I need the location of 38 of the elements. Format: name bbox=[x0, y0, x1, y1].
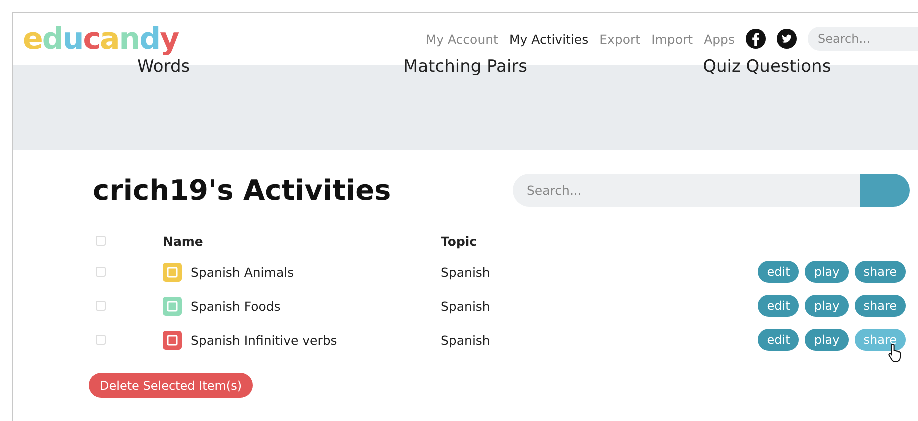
activity-name[interactable]: Spanish Animals bbox=[191, 255, 294, 289]
action-button[interactable]: play bbox=[805, 295, 849, 317]
column-header: Name bbox=[163, 232, 204, 250]
row-checkbox[interactable] bbox=[96, 335, 106, 345]
action-button[interactable]: share bbox=[854, 295, 906, 317]
educandy-logo[interactable]: educandy bbox=[23, 22, 179, 56]
select-all-checkbox[interactable] bbox=[96, 236, 106, 246]
search-field[interactable]: Search... bbox=[808, 27, 918, 51]
row-checkbox[interactable] bbox=[96, 301, 106, 311]
activity-type-label: Quiz Questions bbox=[703, 57, 832, 77]
hand-cursor-icon bbox=[888, 343, 904, 363]
action-button[interactable]: play bbox=[805, 261, 849, 283]
action-button[interactable]: edit bbox=[758, 261, 800, 283]
activity-search-field[interactable]: Search... bbox=[513, 174, 860, 207]
search-button[interactable] bbox=[860, 174, 910, 207]
action-button[interactable]: edit bbox=[758, 329, 800, 351]
topic-cell-text: Spanish bbox=[441, 298, 492, 316]
nav-link[interactable]: My Account bbox=[426, 32, 498, 46]
nav-link[interactable]: Import bbox=[652, 32, 694, 46]
facebook-icon[interactable] bbox=[746, 29, 766, 49]
activity-name[interactable]: Spanish Foods bbox=[191, 289, 281, 323]
action-button[interactable]: share bbox=[854, 329, 906, 351]
delete-selected-button[interactable]: Delete Selected Item(s) bbox=[89, 373, 254, 398]
nav-link[interactable]: Apps bbox=[704, 32, 735, 46]
action-button[interactable]: share bbox=[854, 261, 906, 283]
column-header: Topic bbox=[441, 232, 478, 251]
action-button[interactable]: edit bbox=[758, 295, 800, 317]
nav-link[interactable]: My Activities bbox=[509, 32, 589, 46]
twitter-icon[interactable] bbox=[777, 29, 797, 49]
action-button[interactable]: play bbox=[805, 329, 849, 351]
topic-cell-text: Spanish bbox=[441, 264, 492, 282]
activity-type-label: Matching Pairs bbox=[403, 57, 528, 77]
row-checkbox[interactable] bbox=[96, 267, 106, 277]
activity-type-label: Words bbox=[138, 57, 190, 77]
activity-name[interactable]: Spanish Infinitive verbs bbox=[191, 323, 338, 357]
nav-link[interactable]: Export bbox=[600, 32, 641, 46]
page-title: crich19's Activities bbox=[93, 174, 392, 207]
topic-cell-text: Spanish bbox=[441, 332, 492, 350]
